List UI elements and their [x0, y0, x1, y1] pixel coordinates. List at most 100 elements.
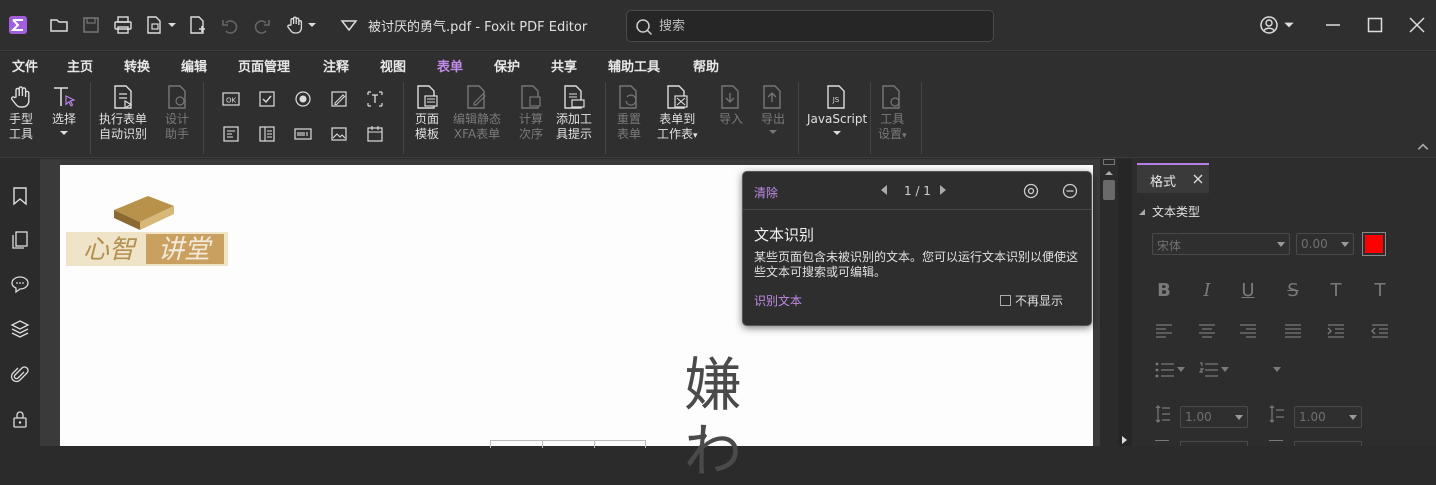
scroll-up-button[interactable]: [1103, 159, 1115, 165]
bookmark-icon[interactable]: [9, 185, 31, 207]
recognize-text-link[interactable]: 识别文本: [754, 292, 802, 309]
image-field-icon[interactable]: [329, 124, 349, 144]
edit-static-xfa-button[interactable]: 编辑静态 XFA表单: [453, 84, 501, 142]
chevron-down-icon[interactable]: [1177, 367, 1185, 373]
bullet-list-icon[interactable]: [1155, 362, 1175, 378]
justify-icon[interactable]: [1284, 324, 1302, 338]
chevron-down-icon[interactable]: [1273, 367, 1281, 373]
menu-comment[interactable]: 注释: [323, 56, 349, 75]
menu-edit[interactable]: 编辑: [181, 56, 207, 75]
scale-icon[interactable]: [1155, 440, 1169, 446]
search-box[interactable]: [626, 10, 994, 42]
export-button[interactable]: 导出: [760, 84, 786, 136]
signature-field-icon[interactable]: [329, 89, 349, 109]
align-right-icon[interactable]: [1239, 324, 1257, 338]
radio-button-field-icon[interactable]: [293, 89, 313, 109]
combo-box-field-icon[interactable]: [221, 124, 241, 144]
maximize-icon[interactable]: [1364, 14, 1386, 36]
paragraph-spacing-icon[interactable]: [1269, 405, 1285, 423]
chevron-down-icon[interactable]: [306, 14, 318, 36]
barcode-field-icon[interactable]: [293, 124, 313, 144]
previous-arrow-icon[interactable]: [879, 184, 889, 196]
subscript-button[interactable]: T: [1368, 279, 1392, 301]
menu-form[interactable]: 表单: [434, 56, 466, 80]
hand-tool-button[interactable]: 手型 工具: [8, 84, 34, 142]
minimize-icon[interactable]: [1322, 14, 1344, 36]
minimize-circle-icon[interactable]: [1062, 183, 1078, 199]
undo-icon[interactable]: [219, 14, 241, 36]
align-center-icon[interactable]: [1198, 324, 1216, 338]
line-spacing-icon[interactable]: [1155, 405, 1171, 423]
dont-show-checkbox[interactable]: [1000, 295, 1011, 306]
page-template-button[interactable]: 页面 模板: [414, 84, 440, 142]
menu-page-management[interactable]: 页面管理: [238, 56, 290, 75]
superscript-button[interactable]: T: [1324, 279, 1348, 301]
list-box-field-icon[interactable]: [257, 124, 277, 144]
next-arrow-icon[interactable]: [938, 184, 948, 196]
menu-file[interactable]: 文件: [12, 56, 38, 75]
pages-icon[interactable]: [9, 229, 31, 251]
save-icon[interactable]: [80, 14, 102, 36]
menu-protect[interactable]: 保护: [494, 56, 520, 75]
scroll-up-arrow-icon[interactable]: [1104, 169, 1114, 177]
checkbox-field-icon[interactable]: [257, 89, 277, 109]
form-to-sheet-button[interactable]: 表单到 工作表▾: [657, 84, 698, 144]
text-color-swatch[interactable]: [1362, 232, 1386, 256]
scrollbar-thumb[interactable]: [1103, 180, 1115, 200]
add-tooltip-button[interactable]: 添加工 具提示: [556, 84, 592, 142]
strikethrough-button[interactable]: S: [1281, 279, 1305, 301]
push-button-field-icon[interactable]: OK: [221, 89, 241, 109]
print-icon[interactable]: [112, 14, 134, 36]
italic-button[interactable]: I: [1195, 279, 1219, 301]
comments-icon[interactable]: [9, 273, 31, 295]
reset-form-button[interactable]: 重置 表单: [616, 84, 642, 142]
new-page-icon[interactable]: [186, 14, 208, 36]
tool-settings-button[interactable]: 工具 设置▾: [878, 84, 907, 144]
text-field-icon[interactable]: [365, 89, 385, 109]
clear-link[interactable]: 清除: [754, 184, 778, 201]
open-file-icon[interactable]: [48, 14, 70, 36]
close-tab-icon[interactable]: [1193, 174, 1203, 184]
increase-indent-icon[interactable]: [1327, 324, 1345, 338]
import-button[interactable]: 导入: [718, 84, 744, 127]
baseline-icon[interactable]: [1269, 440, 1283, 446]
baseline-select[interactable]: [1294, 441, 1362, 446]
run-form-recognition-button[interactable]: 执行表单 自动识别: [99, 84, 147, 142]
search-input[interactable]: [659, 17, 979, 35]
chevron-down-icon[interactable]: [1221, 367, 1229, 373]
chevron-down-icon[interactable]: [1282, 14, 1296, 36]
layers-icon[interactable]: [9, 318, 31, 340]
redo-icon[interactable]: [251, 14, 273, 36]
select-tool-button[interactable]: 选择: [51, 84, 77, 137]
numbered-list-icon[interactable]: [1199, 362, 1219, 378]
collapse-panel-icon[interactable]: [1121, 435, 1129, 445]
attachment-icon[interactable]: [9, 364, 31, 386]
calculation-order-button[interactable]: 计算 次序: [518, 84, 544, 142]
menu-convert[interactable]: 转换: [124, 56, 150, 75]
menu-home[interactable]: 主页: [67, 56, 93, 75]
menu-accessibility[interactable]: 辅助工具: [608, 56, 660, 75]
vertical-scrollbar[interactable]: [1100, 159, 1118, 446]
align-left-icon[interactable]: [1155, 324, 1173, 338]
hand-tool-icon[interactable]: [284, 14, 306, 36]
collapse-ribbon-icon[interactable]: [1416, 140, 1430, 154]
settings-gear-icon[interactable]: [1023, 183, 1039, 199]
close-icon[interactable]: [1406, 14, 1428, 36]
create-pdf-icon[interactable]: [143, 14, 165, 36]
menu-view[interactable]: 视图: [380, 56, 406, 75]
tab-format[interactable]: 格式: [1137, 163, 1209, 193]
decrease-indent-icon[interactable]: [1371, 324, 1389, 338]
bold-button[interactable]: B: [1152, 279, 1176, 301]
menu-help[interactable]: 帮助: [693, 56, 719, 75]
menu-share[interactable]: 共享: [551, 56, 577, 75]
chevron-down-icon[interactable]: [166, 14, 178, 36]
account-icon[interactable]: [1258, 14, 1280, 36]
quick-access-dropdown-icon[interactable]: [338, 14, 360, 36]
date-field-icon[interactable]: [365, 124, 385, 144]
javascript-button[interactable]: JS JavaScript: [807, 84, 867, 137]
underline-button[interactable]: U: [1236, 279, 1260, 301]
design-assistant-button[interactable]: 设计 助手: [164, 84, 190, 142]
char-spacing-select[interactable]: 1.00: [1294, 406, 1362, 428]
scale-select[interactable]: [1180, 441, 1248, 446]
font-family-select[interactable]: 宋体: [1152, 233, 1290, 255]
